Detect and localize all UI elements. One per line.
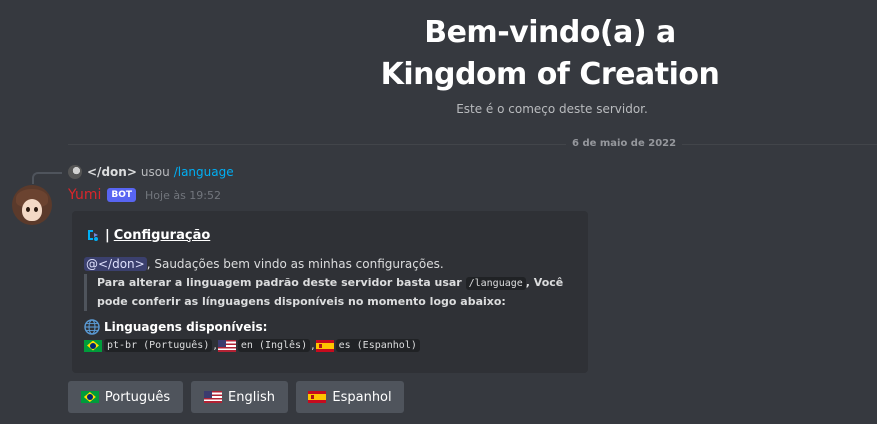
- spain-flag-icon: [315, 339, 334, 352]
- lang-pt-br: pt-br (Português): [104, 339, 213, 352]
- portuguese-button-label: Português: [104, 389, 171, 405]
- welcome-title-line1: Bem-vindo(a) a: [424, 15, 676, 50]
- reply-username[interactable]: </don>: [87, 165, 137, 179]
- embed-quote: Para alterar a linguagem padrão deste se…: [84, 274, 567, 311]
- reply-spine: [32, 172, 62, 184]
- lang-en: en (Inglês): [237, 339, 311, 352]
- embed: | Configuração @</don>, Saudações bem vi…: [72, 211, 588, 373]
- quote-line1: Para alterar a linguagem padrão deste se…: [97, 274, 567, 293]
- lang-separator: ,: [213, 339, 217, 352]
- spanish-button[interactable]: Espanhol: [296, 381, 404, 413]
- date-label: 6 de maio de 2022: [566, 136, 683, 152]
- message-header: Yumi BOT Hoje às 19:52: [68, 187, 221, 203]
- embed-title-text[interactable]: Configuração: [114, 228, 211, 243]
- divider-line: [68, 144, 877, 145]
- avatar-face: [22, 199, 42, 221]
- avatar[interactable]: [12, 185, 52, 225]
- languages-heading: Linguagens disponíveis:: [84, 319, 267, 335]
- spain-flag-icon: [308, 391, 327, 403]
- brazil-flag-icon: [80, 391, 99, 403]
- date-divider: 6 de maio de 2022: [68, 136, 877, 152]
- author-name[interactable]: Yumi: [68, 187, 101, 203]
- welcome-title-line2: Kingdom of Creation: [380, 57, 720, 92]
- avatar-eye-right: [34, 207, 38, 212]
- user-mention[interactable]: @</don>: [84, 257, 147, 271]
- brazil-flag-icon: [84, 339, 102, 352]
- timestamp[interactable]: Hoje às 19:52: [145, 189, 221, 202]
- settings-icon: [88, 230, 98, 241]
- welcome-title: Bem-vindo(a) a Kingdom of Creation: [340, 12, 760, 96]
- embed-title: | Configuração: [85, 227, 210, 243]
- quote-part2: , Você: [525, 276, 564, 289]
- portuguese-button[interactable]: Português: [68, 381, 183, 413]
- chat-view: Bem-vindo(a) a Kingdom of Creation Este …: [0, 0, 877, 424]
- reply-command[interactable]: /language: [174, 165, 234, 179]
- languages-heading-text: Linguagens disponíveis:: [104, 320, 268, 334]
- bot-tag: BOT: [107, 188, 137, 202]
- english-button-label: English: [228, 389, 275, 405]
- welcome-subtitle: Este é o começo deste servidor.: [456, 102, 648, 116]
- command-reply[interactable]: </don> usou /language: [68, 163, 234, 181]
- globe-icon: [84, 319, 100, 335]
- greeting-text: , Saudações bem vindo as minhas configur…: [146, 257, 444, 271]
- usa-flag-icon: [217, 339, 236, 352]
- reply-avatar[interactable]: [68, 165, 82, 179]
- embed-title-separator: |: [105, 227, 110, 243]
- lang-es: es (Espanhol): [335, 339, 420, 352]
- spanish-button-label: Espanhol: [332, 389, 392, 405]
- quote-part1: Para alterar a linguagem padrão deste se…: [97, 276, 462, 289]
- languages-list: pt-br (Português) , en (Inglês) , es (Es…: [84, 339, 420, 352]
- quote-line2: pode conferir as línguagens disponíveis …: [97, 295, 506, 308]
- avatar-eye-left: [26, 207, 30, 212]
- embed-greeting-line: @</don>, Saudações bem vindo as minhas c…: [84, 257, 444, 271]
- usa-flag-icon: [204, 391, 223, 403]
- english-button[interactable]: English: [191, 381, 288, 413]
- reply-verb: usou: [140, 165, 170, 179]
- lang-separator: ,: [311, 339, 315, 352]
- inline-code-language: /language: [465, 277, 526, 290]
